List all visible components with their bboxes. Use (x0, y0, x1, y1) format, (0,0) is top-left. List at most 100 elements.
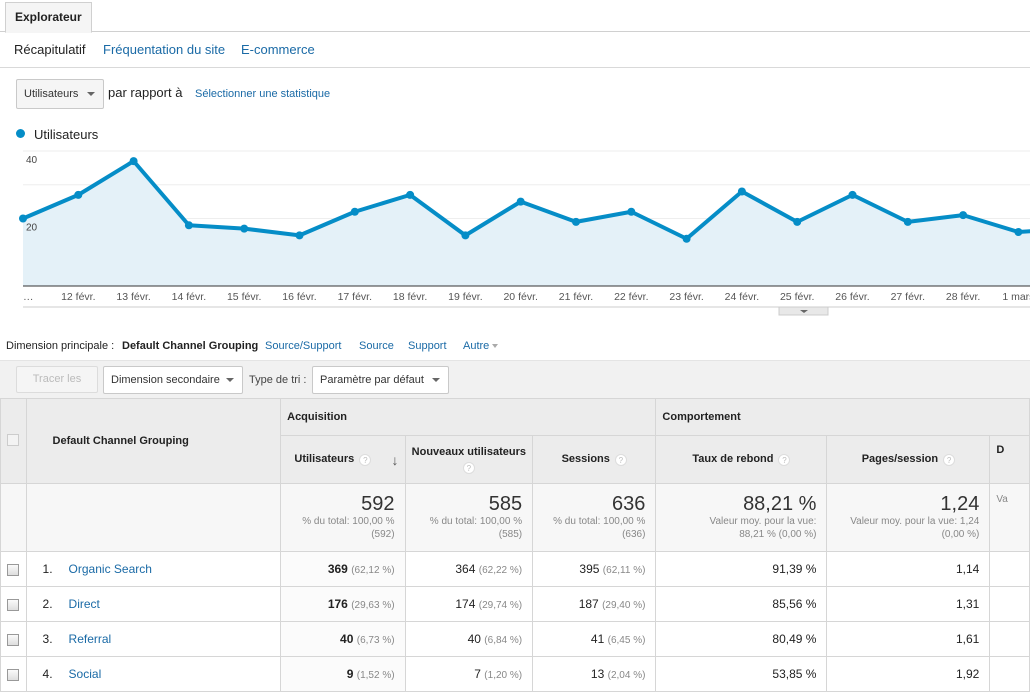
table-row: 1. Organic Search 369 (62,12 %) 364 (62,22 … (0, 551, 1030, 587)
x-tick-label: 26 févr. (835, 291, 869, 303)
primary-dimension-label: Dimension principale : (6, 340, 115, 352)
select-metric-link[interactable]: Sélectionner une statistique (195, 88, 330, 100)
tab-explorateur[interactable]: Explorateur (5, 2, 92, 33)
column-header-sessions[interactable]: Sessions? (532, 435, 657, 484)
data-point (627, 207, 636, 216)
channel-link[interactable]: Referral (69, 632, 112, 646)
help-icon[interactable]: ? (943, 453, 956, 466)
sort-type-value: Paramètre par défaut (320, 374, 424, 386)
legend-dot-icon (16, 129, 25, 138)
percent: (2,04 %) (607, 670, 646, 681)
cell-taux-de-rebond: 85,56 % (655, 586, 828, 622)
column-header-truncated[interactable]: D (989, 435, 1030, 484)
row-checkbox-cell (0, 551, 27, 587)
subtab-recapitulatif[interactable]: Récapitulatif (14, 42, 86, 57)
channel-link[interactable]: Organic Search (69, 562, 152, 576)
column-header-pages-session[interactable]: Pages/session? (826, 435, 991, 484)
sort-descending-icon: ↓ (391, 452, 399, 468)
cell-sessions: 395 (62,11 %) (532, 551, 657, 587)
channel-cell: 1. Organic Search (25, 551, 282, 587)
dimension-source-support[interactable]: Source/Support (265, 340, 341, 352)
totals-empty-cell (0, 483, 27, 552)
percent: (62,11 %) (602, 565, 646, 576)
subtab-frequentation[interactable]: Fréquentation du site (103, 42, 225, 57)
percent: (6,84 %) (484, 635, 523, 646)
total-sub: (585) (498, 529, 523, 540)
cell-sessions: 13 (2,04 %) (532, 656, 657, 692)
dimension-other-dropdown[interactable]: Autre (463, 340, 499, 352)
data-point (903, 217, 912, 226)
data-point (682, 234, 691, 243)
x-tick-label: 27 févr. (891, 291, 925, 303)
secondary-dimension-dropdown[interactable]: Dimension secondaire (103, 366, 243, 394)
subtab-ecommerce[interactable]: E-commerce (241, 42, 315, 57)
row-checkbox-cell (0, 621, 27, 657)
help-icon[interactable]: ? (778, 453, 791, 466)
data-table: Default Channel Grouping Acquisition Com… (0, 398, 1030, 692)
percent: (6,45 %) (607, 635, 646, 646)
x-tick-label: 14 févr. (172, 291, 206, 303)
cell-pages-session: 1,14 (826, 551, 991, 587)
column-label: Sessions (561, 453, 610, 466)
x-tick-label: 21 févr. (559, 291, 593, 303)
help-icon[interactable]: ? (614, 453, 627, 466)
percent: (1,20 %) (484, 670, 523, 681)
subtab-bar: Récapitulatif Fréquentation du site E-co… (0, 33, 1030, 68)
column-header-taux-de-rebond[interactable]: Taux de rebond? (655, 435, 828, 484)
cell-nouveaux-utilisateurs: 7 (1,20 %) (404, 656, 534, 692)
total-value: 88,21 % (743, 493, 817, 515)
column-label: Utilisateurs (294, 453, 355, 466)
row-checkbox[interactable] (7, 668, 20, 681)
help-icon[interactable]: ? (462, 461, 475, 474)
row-checkbox[interactable] (7, 598, 20, 611)
value: 395 (579, 562, 600, 576)
value: 369 (327, 562, 348, 576)
chevron-down-icon (432, 378, 440, 382)
total-value: 1,24 (940, 493, 980, 515)
column-label: Nouveaux utilisateurs (411, 445, 526, 458)
percent: (62,22 %) (478, 565, 523, 576)
value: 187 (578, 597, 599, 611)
group-header-comportement: Comportement (655, 398, 1030, 436)
row-checkbox[interactable] (7, 633, 20, 646)
cell-pages-session: 1,31 (826, 586, 991, 622)
value: 40 (340, 632, 354, 646)
report-tab-bar: Explorateur (0, 0, 1030, 33)
row-number: 1. (42, 562, 53, 576)
cell-pages-session: 1,61 (826, 621, 991, 657)
channel-link[interactable]: Direct (69, 597, 100, 611)
dimension-other-label: Autre (463, 340, 490, 352)
select-all-checkbox[interactable] (7, 433, 20, 446)
cell-utilisateurs: 40 (6,73 %) (280, 621, 406, 657)
x-tick-label: 22 févr. (614, 291, 648, 303)
help-icon[interactable]: ? (359, 453, 372, 466)
sort-type-dropdown[interactable]: Paramètre par défaut (312, 366, 449, 394)
metric-dropdown[interactable]: Utilisateurs (16, 79, 104, 109)
cell-taux-de-rebond: 91,39 % (655, 551, 828, 587)
cell-nouveaux-utilisateurs: 40 (6,84 %) (404, 621, 534, 657)
dimension-source[interactable]: Source (359, 340, 394, 352)
column-header-utilisateurs[interactable]: Utilisateurs? ↓ (280, 435, 406, 484)
dimension-column-header-label: Default Channel Grouping (52, 435, 189, 447)
chevron-down-icon (87, 92, 95, 96)
y-tick-label: 40 (26, 155, 38, 166)
cell-truncated (989, 551, 1030, 587)
cell-taux-de-rebond: 80,49 % (655, 621, 828, 657)
dimension-support[interactable]: Support (408, 340, 447, 352)
data-point (350, 207, 359, 216)
percent: (6,73 %) (356, 635, 395, 646)
dimension-column-header[interactable]: Default Channel Grouping (25, 398, 282, 484)
column-header-nouveaux-utilisateurs[interactable]: Nouveaux utilisateurs? (404, 435, 534, 484)
value: 41 (590, 632, 605, 646)
total-value: 585 (488, 493, 523, 515)
row-checkbox-cell (0, 656, 27, 692)
dimension-default-channel-grouping[interactable]: Default Channel Grouping (122, 340, 258, 352)
total-sub: Valeur moy. pour la vue: 1,24 (850, 516, 980, 527)
row-checkbox[interactable] (7, 563, 20, 576)
chevron-down-icon (226, 378, 234, 382)
table-toolbar: Tracer les lignes Dimension secondaire T… (0, 360, 1030, 410)
row-checkbox-cell (0, 586, 27, 622)
channel-link[interactable]: Social (69, 667, 102, 681)
total-pages-session: 1,24 Valeur moy. pour la vue: 1,24 (0,00 %… (826, 483, 991, 552)
plot-rows-button[interactable]: Tracer les lignes (16, 366, 98, 410)
